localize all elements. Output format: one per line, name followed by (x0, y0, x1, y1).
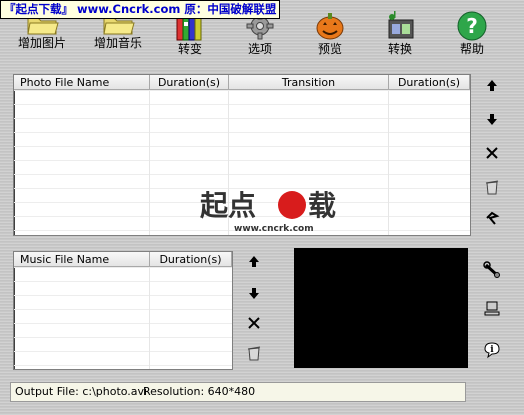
column-music-file-name[interactable]: Music File Name (14, 252, 150, 267)
help-button[interactable]: ? 帮助 (438, 10, 506, 56)
arrow-up-icon (249, 256, 259, 267)
remove-button[interactable] (482, 143, 502, 163)
pick-icon (486, 211, 500, 225)
transition-label: 转变 (177, 42, 202, 56)
column-photo-file-name[interactable]: Photo File Name (14, 75, 150, 90)
logo-text: 起点 (200, 189, 256, 222)
column-transition[interactable]: Transition (229, 75, 389, 90)
output-file-label: Output File: c:\photo.avi (15, 385, 148, 398)
status-bar: Output File: c:\photo.avi Resolution: 64… (10, 382, 466, 402)
svg-text:i: i (490, 345, 494, 355)
column-divider (149, 268, 150, 369)
options-label: 选项 (247, 42, 272, 56)
arrow-down-icon (487, 114, 497, 125)
logo-text-2: 载 (308, 189, 336, 222)
photo-list-header: Photo File Name Duration(s) Transition D… (14, 75, 470, 91)
clear-button[interactable] (482, 177, 502, 197)
column-divider (149, 91, 150, 235)
watermark-banner: 『起点下载』 www.Cncrk.com 原：中国破解联盟 (0, 0, 281, 19)
preview-button[interactable]: 预览 (296, 10, 364, 56)
site-logo-watermark: 起点 载 www.cncrk.com (200, 185, 348, 235)
music-list-header: Music File Name Duration(s) (14, 252, 232, 268)
info-button[interactable]: i (482, 340, 502, 360)
help-label: 帮助 (459, 42, 484, 56)
info-icon: i (484, 342, 500, 359)
column-duration[interactable]: Duration(s) (150, 75, 229, 90)
settings-button[interactable] (482, 260, 502, 280)
trash-icon (247, 346, 261, 361)
help-icon: ? (457, 11, 487, 41)
preview-label: 预览 (317, 42, 342, 56)
convert-label: 转换 (387, 42, 412, 56)
svg-text:?: ? (466, 14, 478, 38)
close-icon (248, 317, 260, 329)
resolution-label: Resolution: 640*480 (143, 385, 256, 398)
music-clear-button[interactable] (244, 343, 264, 363)
pumpkin-icon (316, 13, 344, 40)
music-file-list[interactable]: Music File Name Duration(s) (13, 251, 233, 370)
trash-icon (485, 180, 499, 195)
move-up-button[interactable] (482, 76, 502, 96)
add-picture-label: 增加图片 (17, 36, 66, 50)
edit-button[interactable] (482, 209, 502, 229)
computer-icon (484, 301, 500, 316)
arrow-down-icon (249, 288, 259, 299)
music-move-down-button[interactable] (244, 283, 264, 303)
tools-icon (483, 261, 500, 278)
music-remove-button[interactable] (244, 313, 264, 333)
column-music-duration[interactable]: Duration(s) (150, 252, 232, 267)
column-divider (388, 91, 389, 235)
music-list-body (14, 268, 232, 369)
logo-url: www.cncrk.com (234, 224, 314, 234)
convert-button[interactable]: 转换 (366, 10, 434, 56)
add-music-label: 增加音乐 (93, 36, 142, 50)
film-music-icon (388, 11, 414, 39)
computer-button[interactable] (482, 298, 502, 318)
column-transition-duration[interactable]: Duration(s) (389, 75, 470, 90)
music-move-up-button[interactable] (244, 252, 264, 272)
arrow-up-icon (487, 80, 497, 91)
close-icon (486, 147, 498, 159)
video-preview (294, 248, 468, 368)
move-down-button[interactable] (482, 109, 502, 129)
